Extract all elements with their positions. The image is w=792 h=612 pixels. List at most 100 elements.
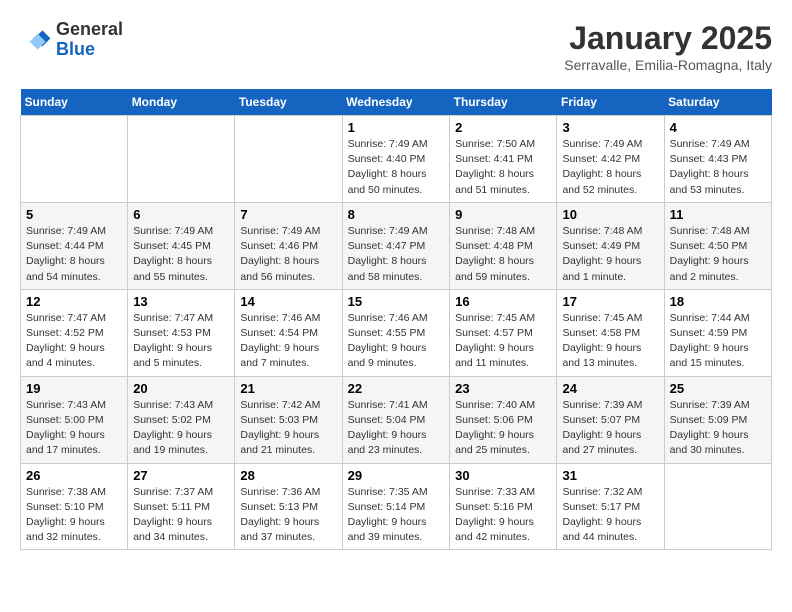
weekday-header-friday: Friday <box>557 89 664 116</box>
logo: General Blue <box>20 20 123 60</box>
calendar-cell: 8 Sunrise: 7:49 AM Sunset: 4:47 PM Daylig… <box>342 202 450 289</box>
calendar-week-row: 12 Sunrise: 7:47 AM Sunset: 4:52 PM Dayli… <box>21 289 772 376</box>
day-info: Sunrise: 7:49 AM Sunset: 4:44 PM Dayligh… <box>26 224 122 285</box>
day-number: 27 <box>133 468 229 483</box>
day-number: 28 <box>240 468 336 483</box>
day-info: Sunrise: 7:48 AM Sunset: 4:48 PM Dayligh… <box>455 224 551 285</box>
day-number: 10 <box>562 207 658 222</box>
day-number: 3 <box>562 120 658 135</box>
calendar-cell: 12 Sunrise: 7:47 AM Sunset: 4:52 PM Dayli… <box>21 289 128 376</box>
calendar-cell: 2 Sunrise: 7:50 AM Sunset: 4:41 PM Daylig… <box>450 116 557 203</box>
calendar-cell <box>128 116 235 203</box>
day-info: Sunrise: 7:49 AM Sunset: 4:46 PM Dayligh… <box>240 224 336 285</box>
day-info: Sunrise: 7:47 AM Sunset: 4:52 PM Dayligh… <box>26 311 122 372</box>
calendar-cell: 16 Sunrise: 7:45 AM Sunset: 4:57 PM Dayli… <box>450 289 557 376</box>
calendar-cell: 25 Sunrise: 7:39 AM Sunset: 5:09 PM Dayli… <box>664 376 771 463</box>
weekday-header-thursday: Thursday <box>450 89 557 116</box>
calendar-cell: 13Sunrise: 7:47 AM Sunset: 4:53 PM Dayli… <box>128 289 235 376</box>
day-info: Sunrise: 7:40 AM Sunset: 5:06 PM Dayligh… <box>455 398 551 459</box>
day-info: Sunrise: 7:46 AM Sunset: 4:54 PM Dayligh… <box>240 311 336 372</box>
day-info: Sunrise: 7:41 AM Sunset: 5:04 PM Dayligh… <box>348 398 445 459</box>
day-number: 8 <box>348 207 445 222</box>
day-number: 21 <box>240 381 336 396</box>
day-number: 6 <box>133 207 229 222</box>
day-info: Sunrise: 7:49 AM Sunset: 4:45 PM Dayligh… <box>133 224 229 285</box>
calendar-cell: 19Sunrise: 7:43 AM Sunset: 5:00 PM Dayli… <box>21 376 128 463</box>
calendar-cell: 11 Sunrise: 7:48 AM Sunset: 4:50 PM Dayli… <box>664 202 771 289</box>
day-info: Sunrise: 7:49 AM Sunset: 4:47 PM Dayligh… <box>348 224 445 285</box>
calendar-cell <box>664 463 771 550</box>
day-number: 20 <box>133 381 229 396</box>
day-number: 22 <box>348 381 445 396</box>
day-number: 29 <box>348 468 445 483</box>
location-subtitle: Serravalle, Emilia-Romagna, Italy <box>564 57 772 73</box>
calendar-cell <box>235 116 342 203</box>
calendar-week-row: 26Sunrise: 7:38 AM Sunset: 5:10 PM Dayli… <box>21 463 772 550</box>
day-number: 4 <box>670 120 766 135</box>
day-number: 17 <box>562 294 658 309</box>
title-area: January 2025 Serravalle, Emilia-Romagna,… <box>564 20 772 73</box>
day-info: Sunrise: 7:33 AM Sunset: 5:16 PM Dayligh… <box>455 485 551 546</box>
calendar-table: SundayMondayTuesdayWednesdayThursdayFrid… <box>20 89 772 550</box>
calendar-cell: 7 Sunrise: 7:49 AM Sunset: 4:46 PM Daylig… <box>235 202 342 289</box>
day-info: Sunrise: 7:39 AM Sunset: 5:07 PM Dayligh… <box>562 398 658 459</box>
calendar-cell: 20 Sunrise: 7:43 AM Sunset: 5:02 PM Dayli… <box>128 376 235 463</box>
day-info: Sunrise: 7:45 AM Sunset: 4:57 PM Dayligh… <box>455 311 551 372</box>
day-number: 5 <box>26 207 122 222</box>
day-info: Sunrise: 7:48 AM Sunset: 4:49 PM Dayligh… <box>562 224 658 285</box>
calendar-cell: 17Sunrise: 7:45 AM Sunset: 4:58 PM Dayli… <box>557 289 664 376</box>
calendar-cell: 26Sunrise: 7:38 AM Sunset: 5:10 PM Dayli… <box>21 463 128 550</box>
calendar-cell: 29 Sunrise: 7:35 AM Sunset: 5:14 PM Dayli… <box>342 463 450 550</box>
day-info: Sunrise: 7:37 AM Sunset: 5:11 PM Dayligh… <box>133 485 229 546</box>
calendar-cell: 4 Sunrise: 7:49 AM Sunset: 4:43 PM Daylig… <box>664 116 771 203</box>
day-number: 18 <box>670 294 766 309</box>
day-info: Sunrise: 7:49 AM Sunset: 4:43 PM Dayligh… <box>670 137 766 198</box>
day-number: 25 <box>670 381 766 396</box>
day-number: 14 <box>240 294 336 309</box>
calendar-cell: 30 Sunrise: 7:33 AM Sunset: 5:16 PM Dayli… <box>450 463 557 550</box>
calendar-week-row: 1 Sunrise: 7:49 AM Sunset: 4:40 PM Daylig… <box>21 116 772 203</box>
day-number: 11 <box>670 207 766 222</box>
day-info: Sunrise: 7:48 AM Sunset: 4:50 PM Dayligh… <box>670 224 766 285</box>
calendar-cell: 15Sunrise: 7:46 AM Sunset: 4:55 PM Dayli… <box>342 289 450 376</box>
day-number: 12 <box>26 294 122 309</box>
calendar-cell: 27 Sunrise: 7:37 AM Sunset: 5:11 PM Dayli… <box>128 463 235 550</box>
weekday-header-monday: Monday <box>128 89 235 116</box>
day-info: Sunrise: 7:39 AM Sunset: 5:09 PM Dayligh… <box>670 398 766 459</box>
calendar-cell: 23 Sunrise: 7:40 AM Sunset: 5:06 PM Dayli… <box>450 376 557 463</box>
logo-text: General Blue <box>56 20 123 60</box>
day-number: 24 <box>562 381 658 396</box>
day-number: 31 <box>562 468 658 483</box>
day-number: 7 <box>240 207 336 222</box>
day-info: Sunrise: 7:32 AM Sunset: 5:17 PM Dayligh… <box>562 485 658 546</box>
calendar-cell: 28Sunrise: 7:36 AM Sunset: 5:13 PM Dayli… <box>235 463 342 550</box>
calendar-cell: 21Sunrise: 7:42 AM Sunset: 5:03 PM Dayli… <box>235 376 342 463</box>
calendar-cell: 14 Sunrise: 7:46 AM Sunset: 4:54 PM Dayli… <box>235 289 342 376</box>
day-number: 9 <box>455 207 551 222</box>
day-info: Sunrise: 7:43 AM Sunset: 5:02 PM Dayligh… <box>133 398 229 459</box>
day-number: 16 <box>455 294 551 309</box>
day-number: 30 <box>455 468 551 483</box>
page-header: General Blue January 2025 Serravalle, Em… <box>20 20 772 73</box>
calendar-cell: 18 Sunrise: 7:44 AM Sunset: 4:59 PM Dayli… <box>664 289 771 376</box>
day-info: Sunrise: 7:46 AM Sunset: 4:55 PM Dayligh… <box>348 311 445 372</box>
weekday-header-sunday: Sunday <box>21 89 128 116</box>
day-info: Sunrise: 7:38 AM Sunset: 5:10 PM Dayligh… <box>26 485 122 546</box>
calendar-cell: 10 Sunrise: 7:48 AM Sunset: 4:49 PM Dayli… <box>557 202 664 289</box>
day-number: 23 <box>455 381 551 396</box>
day-number: 2 <box>455 120 551 135</box>
day-info: Sunrise: 7:35 AM Sunset: 5:14 PM Dayligh… <box>348 485 445 546</box>
day-info: Sunrise: 7:43 AM Sunset: 5:00 PM Dayligh… <box>26 398 122 459</box>
day-info: Sunrise: 7:44 AM Sunset: 4:59 PM Dayligh… <box>670 311 766 372</box>
day-info: Sunrise: 7:50 AM Sunset: 4:41 PM Dayligh… <box>455 137 551 198</box>
calendar-cell: 22 Sunrise: 7:41 AM Sunset: 5:04 PM Dayli… <box>342 376 450 463</box>
logo-icon <box>20 24 52 56</box>
day-number: 1 <box>348 120 445 135</box>
day-info: Sunrise: 7:49 AM Sunset: 4:40 PM Dayligh… <box>348 137 445 198</box>
day-number: 13 <box>133 294 229 309</box>
calendar-cell: 9 Sunrise: 7:48 AM Sunset: 4:48 PM Daylig… <box>450 202 557 289</box>
calendar-cell: 5 Sunrise: 7:49 AM Sunset: 4:44 PM Daylig… <box>21 202 128 289</box>
calendar-cell: 1 Sunrise: 7:49 AM Sunset: 4:40 PM Daylig… <box>342 116 450 203</box>
calendar-cell: 6 Sunrise: 7:49 AM Sunset: 4:45 PM Daylig… <box>128 202 235 289</box>
calendar-cell <box>21 116 128 203</box>
